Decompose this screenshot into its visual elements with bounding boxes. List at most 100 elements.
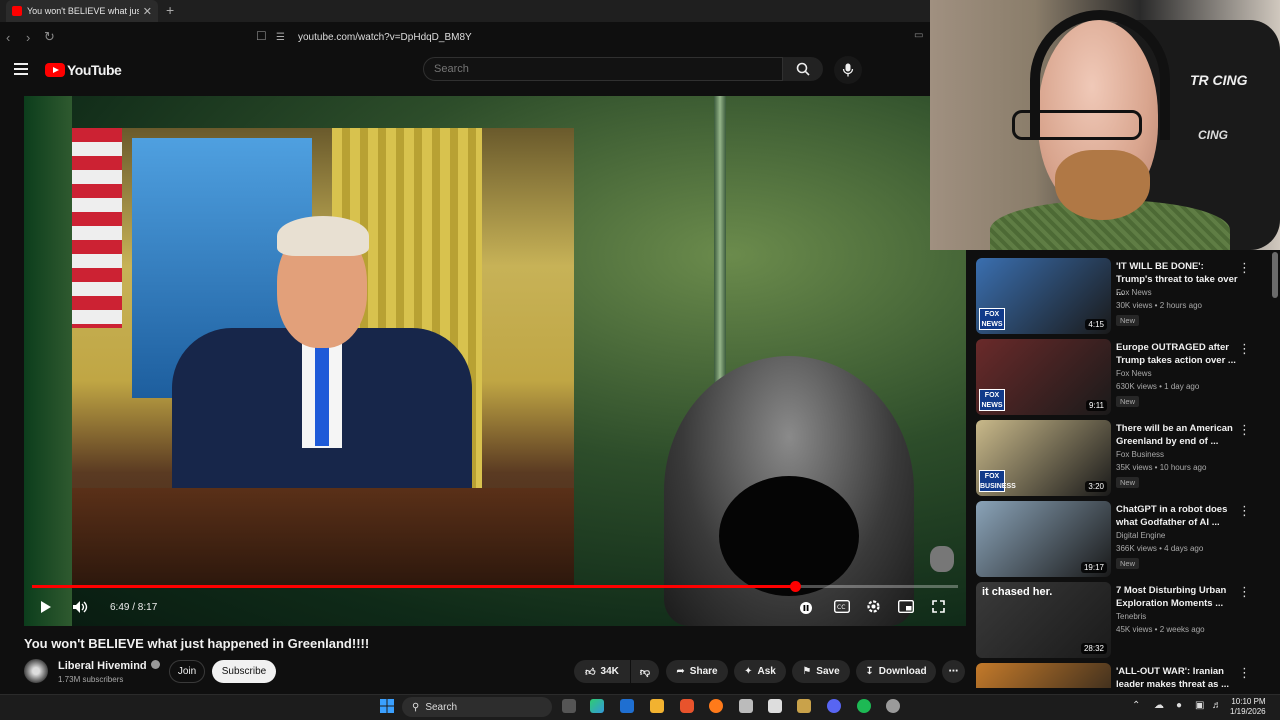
recommendation-item[interactable]: 3:20 FOX BUSINESS There will be an America… xyxy=(976,420,1266,501)
taskbar-search[interactable]: ⚲ Search xyxy=(402,697,552,717)
recommendation-title[interactable]: 'ALL-OUT WAR': Iranian leader makes thre… xyxy=(1116,665,1241,688)
recommendation-thumbnail[interactable] xyxy=(976,663,1111,688)
speaker-icon[interactable]: ♬ xyxy=(1212,700,1222,711)
reload-icon[interactable]: ↻ xyxy=(44,29,55,45)
recommendation-thumbnail[interactable]: 28:32 it chased her. xyxy=(976,582,1111,658)
save-label: Save xyxy=(816,666,840,677)
recommendation-title[interactable]: ChatGPT in a robot does what Godfather o… xyxy=(1116,503,1241,529)
recommendation-channel[interactable]: Digital Engine xyxy=(1116,531,1165,540)
like-count: 34K xyxy=(600,666,619,677)
microphone-tray-icon[interactable]: ● xyxy=(1176,700,1182,711)
app-icon-1[interactable] xyxy=(739,699,753,713)
more-vertical-icon[interactable]: ⋮ xyxy=(1238,503,1251,519)
recommendation-thumbnail[interactable]: 9:11 FOX NEWS xyxy=(976,339,1111,415)
taskbar-clock[interactable]: 10:10 PM 1/19/2026 xyxy=(1230,697,1266,717)
video-player[interactable] xyxy=(24,96,966,626)
cast-icon[interactable]: ▭ xyxy=(914,30,923,41)
tray-chevron-icon[interactable]: ⌃ xyxy=(1132,700,1140,711)
recommendation-thumbnail[interactable]: 4:15 FOX NEWS xyxy=(976,258,1111,334)
spotify-icon[interactable] xyxy=(857,699,871,713)
autoplay-toggle-icon[interactable] xyxy=(800,601,812,617)
channel-name-link[interactable]: Liberal Hivemind xyxy=(58,660,160,672)
captions-icon[interactable]: CC xyxy=(833,599,851,616)
search-button[interactable] xyxy=(783,57,823,81)
recommendation-item[interactable]: 28:32 it chased her. 7 Most Disturbing Urb… xyxy=(976,582,1266,663)
recommendation-item[interactable]: 'ALL-OUT WAR': Iranian leader makes thre… xyxy=(976,663,1266,688)
network-icon[interactable]: ▣ xyxy=(1195,700,1204,711)
voice-search-button[interactable] xyxy=(834,56,862,84)
ask-button[interactable]: ✦ Ask xyxy=(734,660,786,683)
onedrive-icon[interactable]: ☁ xyxy=(1154,700,1164,711)
more-vertical-icon[interactable]: ⋮ xyxy=(1238,341,1251,357)
video-duration-badge: 19:17 xyxy=(1080,562,1107,573)
video-progress-bar[interactable] xyxy=(32,581,958,592)
more-vertical-icon[interactable]: ⋮ xyxy=(1238,422,1251,438)
menu-hamburger-icon[interactable] xyxy=(14,63,28,75)
channel-avatar[interactable] xyxy=(24,659,48,683)
video-duration-badge: 9:11 xyxy=(1086,400,1107,411)
join-button[interactable]: Join xyxy=(169,660,205,683)
firefox-icon[interactable] xyxy=(709,699,723,713)
recommendation-title[interactable]: 7 Most Disturbing Urban Exploration Mome… xyxy=(1116,584,1241,610)
app-icon-2[interactable] xyxy=(797,699,811,713)
recommendation-thumbnail[interactable]: 19:17 xyxy=(976,501,1111,577)
video-background-band xyxy=(24,96,72,626)
more-actions-button[interactable]: ⋯ xyxy=(942,660,965,683)
bookmark-icon[interactable]: ☐ xyxy=(256,29,267,43)
video-progress-fill xyxy=(32,585,795,588)
share-button[interactable]: ➦ Share xyxy=(666,660,728,683)
thumbnail-network-logo: FOX NEWS xyxy=(979,389,1005,411)
store-icon[interactable] xyxy=(768,699,782,713)
youtube-logo[interactable]: YouTube xyxy=(45,62,122,78)
play-icon[interactable] xyxy=(40,600,52,617)
recommendation-meta: 45K views • 2 weeks ago xyxy=(1116,625,1205,634)
recommendation-channel[interactable]: Tenebris xyxy=(1116,612,1146,621)
recommendation-item[interactable]: 4:15 FOX NEWS 'IT WILL BE DONE': Trump's t… xyxy=(976,258,1266,339)
player-controls: 6:49 / 8:17 CC xyxy=(24,594,966,622)
back-arrow-icon[interactable]: ‹ xyxy=(6,30,10,45)
recommendation-title[interactable]: There will be an American Greenland by e… xyxy=(1116,422,1241,448)
mail-icon[interactable] xyxy=(620,699,634,713)
like-button[interactable]: 👍︎ 34K xyxy=(574,660,630,683)
site-info-icon[interactable]: ☰ xyxy=(276,32,290,43)
download-button[interactable]: ↧ Download xyxy=(856,660,936,683)
channel-watermark-icon[interactable] xyxy=(930,546,954,572)
bookmark-save-icon: ⚑ xyxy=(802,666,812,677)
forward-arrow-icon[interactable]: › xyxy=(26,30,30,45)
more-vertical-icon[interactable]: ⋮ xyxy=(1238,584,1251,600)
recommendation-title[interactable]: Europe OUTRAGED after Trump takes action… xyxy=(1116,341,1241,367)
more-vertical-icon[interactable]: ⋮ xyxy=(1238,665,1251,681)
new-tab-button[interactable]: + xyxy=(166,2,174,18)
recommendation-item[interactable]: 9:11 FOX NEWS Europe OUTRAGED after Trump … xyxy=(976,339,1266,420)
recommendation-thumbnail[interactable]: 3:20 FOX BUSINESS xyxy=(976,420,1111,496)
copilot-icon[interactable] xyxy=(590,699,604,713)
settings-gear-icon[interactable] xyxy=(866,599,881,617)
fullscreen-icon[interactable] xyxy=(932,600,945,616)
svg-text:CC: CC xyxy=(837,604,845,611)
task-view-icon[interactable] xyxy=(562,699,576,713)
recommendation-channel[interactable]: Fox News xyxy=(1116,369,1152,378)
file-explorer-icon[interactable] xyxy=(650,699,664,713)
recommendation-channel[interactable]: Fox News xyxy=(1116,288,1152,297)
recommendation-item[interactable]: 19:17 ChatGPT in a robot does what Godfat… xyxy=(976,501,1266,582)
url-bar[interactable]: ☰ youtube.com/watch?v=DpHdqD_BM8Y xyxy=(276,27,906,47)
youtube-play-icon xyxy=(45,63,65,77)
recommendation-channel[interactable]: Fox Business xyxy=(1116,450,1164,459)
recommendation-meta: 35K views • 10 hours ago xyxy=(1116,463,1207,472)
video-scrubber-handle[interactable] xyxy=(790,581,801,592)
app-icon-3[interactable] xyxy=(886,699,900,713)
more-vertical-icon[interactable]: ⋮ xyxy=(1238,260,1251,276)
miniplayer-icon[interactable] xyxy=(897,599,915,616)
chair-text-2: CING xyxy=(1198,128,1228,142)
browser-tab[interactable]: You won't BELIEVE what just happened ✕ xyxy=(6,0,158,22)
save-button[interactable]: ⚑ Save xyxy=(792,660,850,683)
volume-icon[interactable] xyxy=(72,600,88,617)
tab-close-icon[interactable]: ✕ xyxy=(143,5,152,18)
dislike-button[interactable]: 👎︎ xyxy=(631,660,659,683)
windows-start-icon[interactable] xyxy=(380,699,394,713)
search-input[interactable] xyxy=(423,57,783,81)
subscribe-button[interactable]: Subscribe xyxy=(212,660,276,683)
sidebar-scrollbar[interactable] xyxy=(1272,252,1278,298)
brave-browser-icon[interactable] xyxy=(680,699,694,713)
discord-icon[interactable] xyxy=(827,699,841,713)
